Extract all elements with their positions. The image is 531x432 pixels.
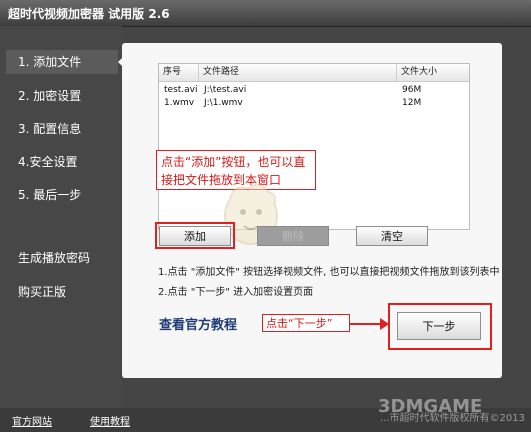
callout-arrow-line — [350, 323, 384, 325]
hint-step-2: 2.点击 "下一步" 进入加密设置页面 — [158, 287, 314, 298]
app-window: 超时代视频加密器 试用版 2.6 1. 添加文件 2. 加密设置 3. 配置信息… — [0, 0, 531, 432]
cell-size: 12M — [402, 98, 422, 108]
file-list[interactable]: 序号 文件路径 文件大小 test.avi J:\test.avi 96M 1.… — [158, 63, 470, 230]
hint-step-1: 1.点击 "添加文件" 按钮选择视频文件, 也可以直接把视频文件拖放到该列表中 — [158, 267, 500, 278]
usage-tutorial-link[interactable]: 使用教程 — [90, 413, 130, 428]
sidebar-item-add-files[interactable]: 1. 添加文件 — [6, 50, 118, 74]
column-header-index[interactable]: 序号 — [159, 64, 199, 81]
table-row[interactable]: 1.wmv J:\1.wmv 12M — [159, 97, 469, 109]
title-bar: 超时代视频加密器 试用版 2.6 — [0, 0, 531, 27]
add-button[interactable]: 添加 — [159, 226, 231, 246]
sidebar-item-encrypt-settings[interactable]: 2. 加密设置 — [6, 84, 118, 108]
sidebar-item-buy[interactable]: 购买正版 — [6, 280, 118, 304]
cell-path: J:\1.wmv — [204, 98, 243, 108]
sidebar-item-config-info[interactable]: 3. 配置信息 — [6, 117, 118, 141]
file-list-header: 序号 文件路径 文件大小 — [159, 64, 469, 82]
column-header-path[interactable]: 文件路径 — [199, 64, 397, 81]
next-step-callout: 点击“下一步” — [262, 314, 350, 332]
clear-button[interactable]: 清空 — [356, 226, 428, 246]
sidebar: 1. 添加文件 2. 加密设置 3. 配置信息 4.安全设置 5. 最后一步 生… — [0, 26, 122, 408]
site-logo-watermark: 3DMGAME — [378, 396, 483, 417]
sidebar-item-generate-password[interactable]: 生成播放密码 — [6, 246, 118, 270]
sidebar-item-final-step[interactable]: 5. 最后一步 — [6, 183, 118, 207]
column-header-size[interactable]: 文件大小 — [397, 64, 469, 81]
next-step-button[interactable]: 下一步 — [397, 312, 481, 340]
cell-name: 1.wmv — [164, 98, 195, 108]
official-site-link[interactable]: 官方网站 — [12, 413, 52, 428]
official-tutorial-link[interactable]: 查看官方教程 — [159, 314, 237, 333]
sidebar-item-security-settings[interactable]: 4.安全设置 — [6, 150, 118, 174]
cell-size: 96M — [402, 85, 422, 95]
cell-name: test.avi — [164, 85, 198, 95]
table-row[interactable]: test.avi J:\test.avi 96M — [159, 84, 469, 96]
window-title: 超时代视频加密器 试用版 2.6 — [8, 7, 170, 21]
delete-button[interactable]: 删除 — [257, 226, 329, 246]
cell-path: J:\test.avi — [204, 85, 247, 95]
